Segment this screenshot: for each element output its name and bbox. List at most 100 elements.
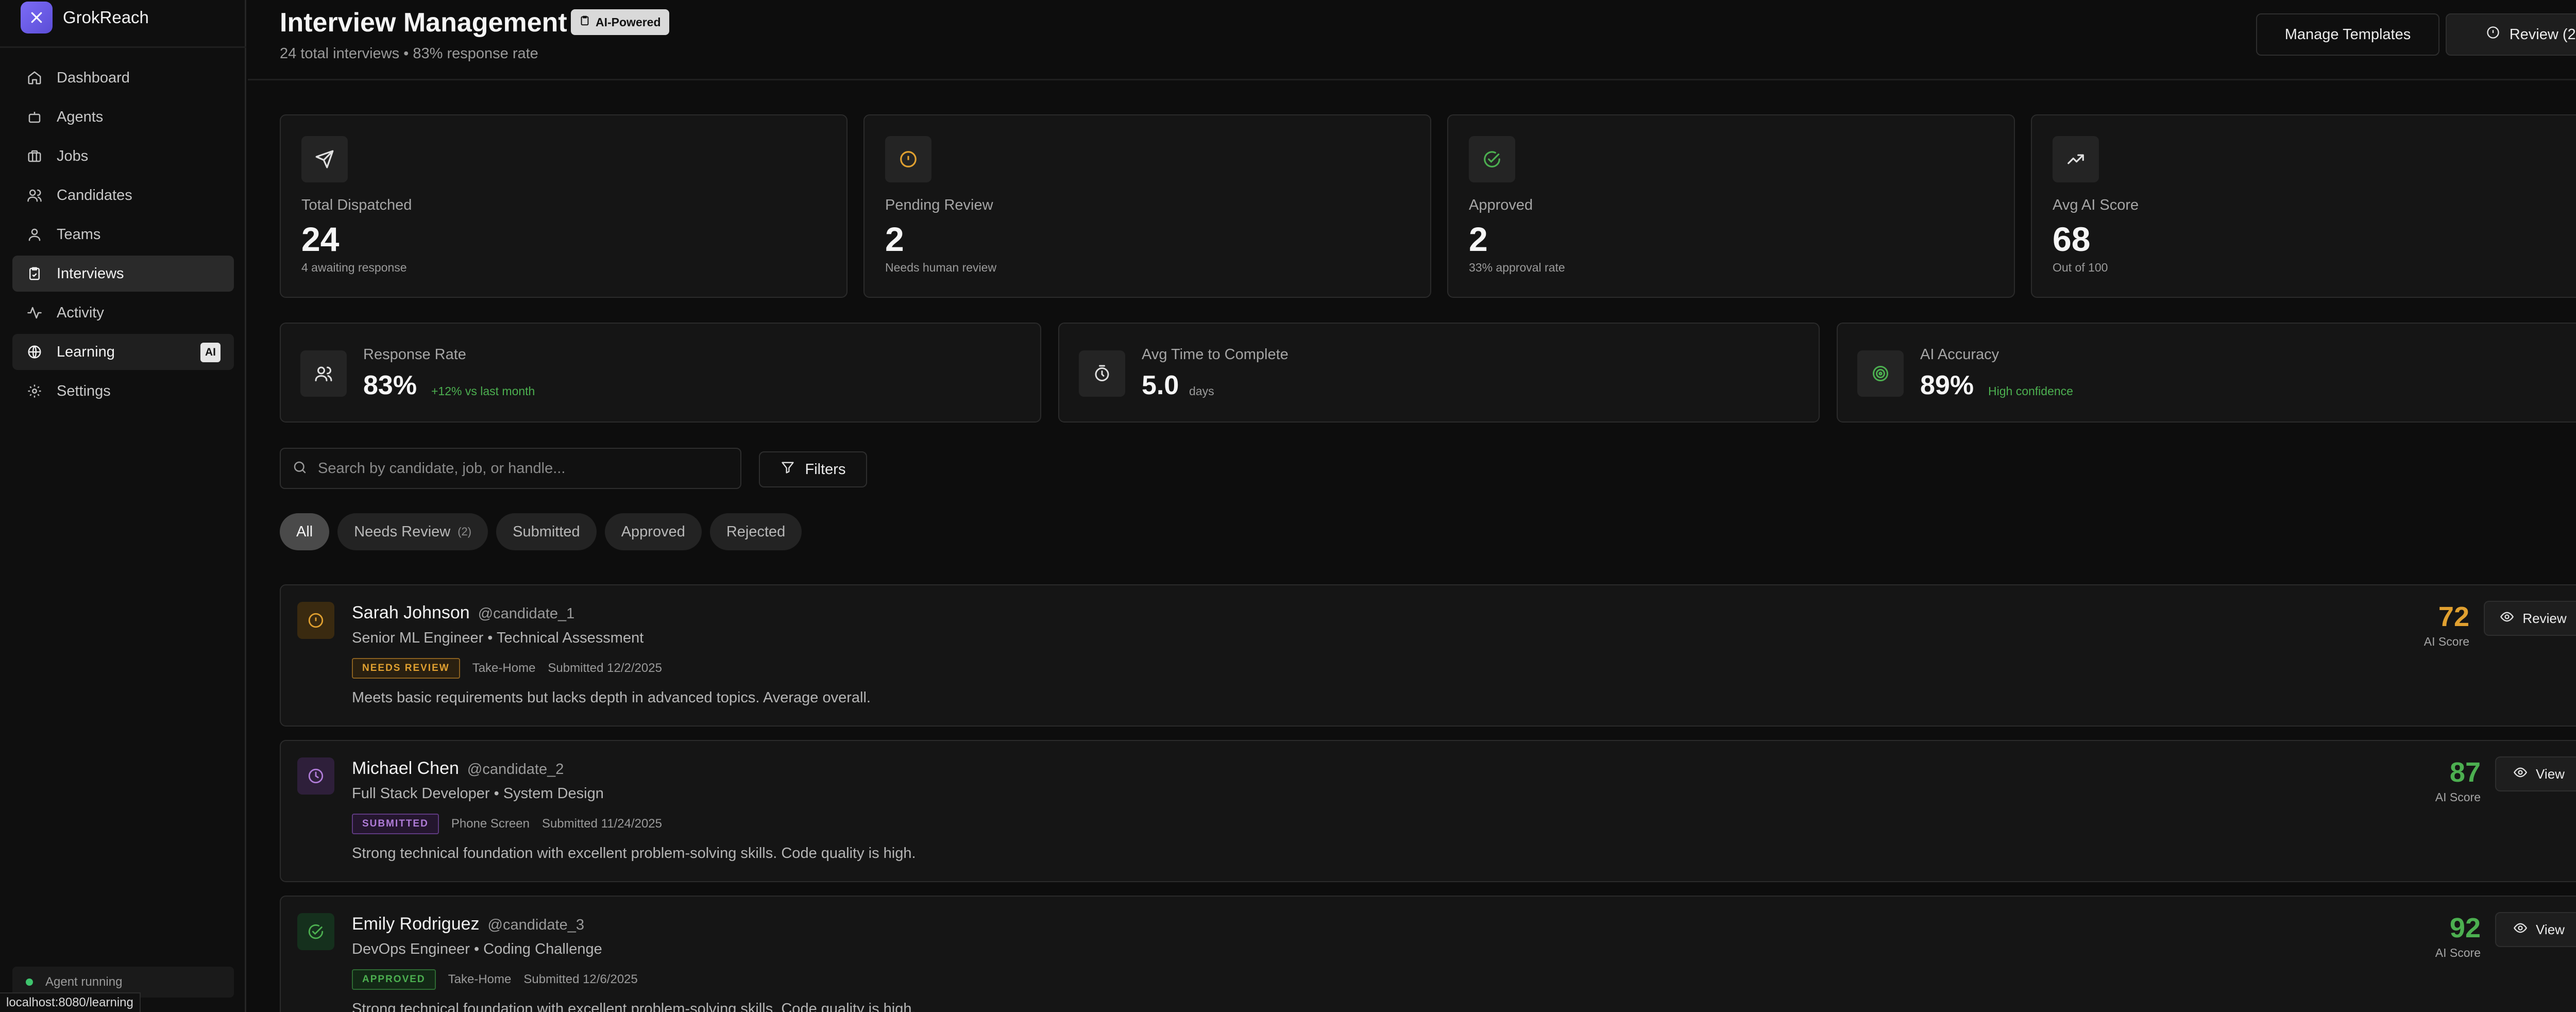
ai-badge: AI bbox=[200, 343, 221, 362]
candidate-role: Full Stack Developer • System Design bbox=[352, 785, 604, 802]
submitted-date: Submitted 12/6/2025 bbox=[523, 972, 638, 986]
metric-card-avg-time: Avg Time to Complete 5.0 days bbox=[1058, 323, 1820, 423]
page-title: Interview Management bbox=[280, 8, 567, 38]
divider bbox=[0, 46, 246, 48]
interview-meta: SUBMITTED Phone Screen Submitted 11/24/2… bbox=[352, 813, 662, 835]
stat-note: 33% approval rate bbox=[1469, 261, 1565, 274]
alert-circle-icon bbox=[297, 602, 334, 639]
page-header: Interview Management AI-Powered 24 total… bbox=[248, 0, 2576, 80]
x-logo-icon bbox=[21, 2, 53, 33]
clock-icon bbox=[297, 757, 334, 795]
gear-icon bbox=[26, 382, 43, 400]
alert-circle-icon bbox=[2486, 25, 2500, 44]
home-icon bbox=[26, 69, 43, 87]
link-preview-url: localhost:8080/learning bbox=[0, 992, 141, 1012]
tab-label: All bbox=[296, 523, 313, 540]
ai-score: 87 AI Score bbox=[2378, 756, 2481, 804]
send-icon bbox=[301, 136, 348, 182]
trending-up-icon bbox=[2053, 136, 2099, 182]
tab-approved[interactable]: Approved bbox=[604, 513, 702, 550]
team-icon bbox=[26, 226, 43, 243]
tab-count: (2) bbox=[457, 525, 472, 538]
sidebar-item-teams[interactable]: Teams bbox=[12, 216, 234, 252]
stat-label: Approved bbox=[1469, 197, 1533, 213]
candidate-name: Emily Rodriguez @candidate_3 bbox=[352, 914, 584, 934]
filters-button[interactable]: Filters bbox=[759, 451, 867, 487]
view-button[interactable]: View bbox=[2495, 756, 2576, 791]
sidebar-item-candidates[interactable]: Candidates bbox=[12, 177, 234, 213]
sidebar-item-agents[interactable]: Agents bbox=[12, 99, 234, 135]
interview-type: Phone Screen bbox=[451, 817, 530, 831]
tab-submitted[interactable]: Submitted bbox=[496, 513, 597, 550]
tab-label: Rejected bbox=[726, 523, 786, 540]
interview-row[interactable]: Emily Rodriguez @candidate_3 DevOps Engin… bbox=[280, 896, 2576, 1012]
interview-row[interactable]: Sarah Johnson @candidate_1 Senior ML Engi… bbox=[280, 584, 2576, 727]
timer-icon bbox=[1079, 350, 1125, 397]
stat-value: 24 bbox=[301, 220, 340, 258]
metric-note: High confidence bbox=[1988, 384, 2073, 398]
metric-value: 89% bbox=[1920, 370, 1974, 400]
status-dot-icon bbox=[26, 979, 33, 986]
alert-circle-icon bbox=[885, 136, 931, 182]
brand[interactable]: GrokReach bbox=[21, 2, 149, 33]
sidebar-item-activity[interactable]: Activity bbox=[12, 295, 234, 331]
filters-label: Filters bbox=[805, 461, 846, 478]
stat-card-approved: Approved 2 33% approval rate bbox=[1447, 114, 2015, 298]
page-subtitle: 24 total interviews • 83% response rate bbox=[280, 45, 538, 62]
ai-score-label: AI Score bbox=[2435, 790, 2481, 804]
clipboard-icon bbox=[26, 265, 43, 282]
stat-note: 4 awaiting response bbox=[301, 261, 407, 274]
sidebar-item-dashboard[interactable]: Dashboard bbox=[12, 60, 234, 96]
status-badge: NEEDS REVIEW bbox=[352, 658, 460, 679]
ai-summary: Meets basic requirements but lacks depth… bbox=[352, 689, 871, 706]
tab-needs-review[interactable]: Needs Review (2) bbox=[337, 513, 488, 550]
sidebar-item-label: Teams bbox=[57, 226, 101, 243]
metric-value: 5.0 bbox=[1142, 370, 1179, 400]
review-button[interactable]: Review bbox=[2484, 601, 2576, 636]
candidate-name-text: Michael Chen bbox=[352, 758, 459, 778]
review-button-label: Review (2) bbox=[2509, 26, 2576, 43]
eye-icon bbox=[2500, 610, 2514, 628]
ai-score-value: 87 bbox=[2449, 757, 2481, 788]
sidebar-item-jobs[interactable]: Jobs bbox=[12, 138, 234, 174]
search-box[interactable] bbox=[280, 448, 741, 489]
interview-meta: NEEDS REVIEW Take-Home Submitted 12/2/20… bbox=[352, 657, 662, 679]
ai-score-value: 92 bbox=[2449, 913, 2481, 943]
ai-powered-badge: AI-Powered bbox=[571, 9, 669, 35]
manage-templates-button[interactable]: Manage Templates bbox=[2256, 13, 2439, 56]
sidebar-item-learning[interactable]: Learning AI bbox=[12, 334, 234, 370]
interview-row[interactable]: Michael Chen @candidate_2 Full Stack Deve… bbox=[280, 740, 2576, 882]
sidebar-item-interviews[interactable]: Interviews bbox=[12, 256, 234, 292]
stat-label: Pending Review bbox=[885, 197, 993, 213]
tab-all[interactable]: All bbox=[280, 513, 330, 550]
view-button[interactable]: View bbox=[2495, 912, 2576, 947]
sidebar-item-label: Learning bbox=[57, 343, 115, 360]
tab-label: Approved bbox=[621, 523, 685, 540]
sidebar-item-settings[interactable]: Settings bbox=[12, 373, 234, 409]
brand-name: GrokReach bbox=[63, 8, 149, 27]
eye-icon bbox=[2513, 921, 2528, 939]
interview-type: Take-Home bbox=[448, 972, 512, 986]
brain-icon bbox=[579, 15, 590, 29]
bot-icon bbox=[26, 108, 43, 126]
sidebar: GrokReach Dashboard Agents Jobs Candidat… bbox=[0, 0, 246, 1012]
ai-powered-label: AI-Powered bbox=[596, 15, 661, 29]
metric-card-response-rate: Response Rate 83% +12% vs last month bbox=[280, 323, 1041, 423]
stat-value: 68 bbox=[2053, 220, 2091, 258]
metric-label: AI Accuracy bbox=[1920, 346, 1999, 363]
ai-score-label: AI Score bbox=[2435, 946, 2481, 959]
submitted-date: Submitted 11/24/2025 bbox=[541, 817, 662, 831]
metric-note: days bbox=[1189, 384, 1214, 398]
search-input[interactable] bbox=[318, 460, 730, 477]
check-circle-icon bbox=[297, 913, 334, 950]
metric-card-ai-accuracy: AI Accuracy 89% High confidence bbox=[1837, 323, 2576, 423]
tab-rejected[interactable]: Rejected bbox=[709, 513, 802, 550]
view-button-label: View bbox=[2536, 766, 2565, 782]
interview-type: Take-Home bbox=[472, 661, 536, 675]
candidate-role: Senior ML Engineer • Technical Assessmen… bbox=[352, 630, 644, 646]
eye-icon bbox=[2513, 765, 2528, 783]
stat-label: Avg AI Score bbox=[2053, 197, 2139, 213]
review-button-label: Review bbox=[2522, 610, 2567, 626]
sidebar-nav: Dashboard Agents Jobs Candidates Teams I… bbox=[12, 60, 234, 412]
review-button[interactable]: Review (2) bbox=[2446, 13, 2576, 56]
